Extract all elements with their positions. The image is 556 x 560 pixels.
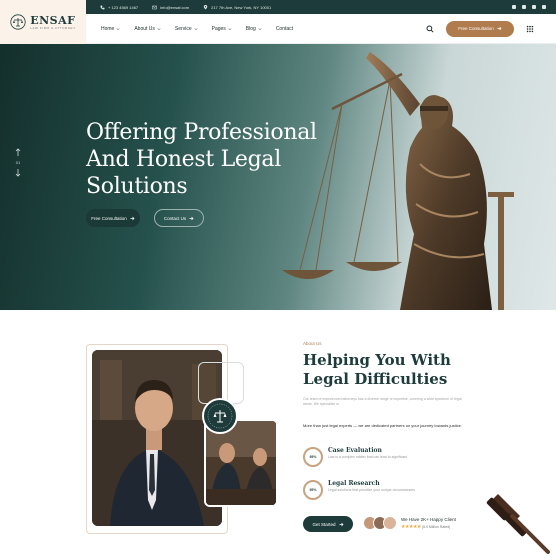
search-icon[interactable] bbox=[426, 24, 434, 33]
hero-heading-line: Solutions bbox=[86, 174, 188, 199]
arrow-right-icon bbox=[497, 26, 502, 31]
nav-item-home[interactable]: Home bbox=[101, 26, 120, 32]
feature-title: Case Evaluation bbox=[328, 447, 382, 454]
about-eyebrow: About Us bbox=[303, 341, 322, 346]
mail-icon bbox=[152, 5, 157, 9]
clients-label: We Have 2K+ Happy Client bbox=[401, 517, 456, 522]
nav-label-home: Home bbox=[101, 25, 115, 32]
chevron-down-icon bbox=[258, 27, 262, 30]
scales-badge-icon bbox=[207, 403, 233, 429]
feature-percent-ring: 95% bbox=[303, 447, 323, 467]
grid-menu-icon[interactable] bbox=[526, 25, 534, 33]
nav-item-pages[interactable]: Pages bbox=[212, 26, 232, 32]
hero-contact-us-button[interactable]: Contact Us bbox=[154, 209, 204, 227]
logo[interactable]: ENSAF LAW FIRM & ATTORNEY bbox=[0, 0, 86, 44]
chevron-down-icon bbox=[157, 27, 161, 30]
about-lead-text: More than just legal experts — we are de… bbox=[303, 423, 462, 428]
feature-percent-ring: 95% bbox=[303, 480, 323, 500]
arrow-up-icon[interactable] bbox=[15, 148, 21, 156]
nav-item-about[interactable]: About Us bbox=[134, 26, 161, 32]
nav-actions: Free Consultation bbox=[426, 20, 534, 37]
cta-label: Free Consultation bbox=[458, 26, 494, 31]
chevron-down-icon bbox=[194, 27, 198, 30]
phone-icon bbox=[100, 5, 105, 9]
nav-item-service[interactable]: Service bbox=[175, 26, 198, 32]
slide-counter: 01 bbox=[15, 160, 21, 165]
arrow-right-icon bbox=[130, 216, 135, 220]
brand-name: ENSAF bbox=[30, 13, 76, 27]
nav-label-service: Service bbox=[174, 25, 192, 32]
about-description: Our team of experienced attorneys has a … bbox=[303, 397, 462, 406]
arrow-right-icon bbox=[339, 522, 343, 526]
feature-title: Legal Research bbox=[328, 480, 380, 487]
facebook-icon[interactable] bbox=[512, 5, 516, 9]
main-navigation: Home About Us Service Pages Blog Contact… bbox=[86, 14, 556, 44]
get-started-button[interactable]: Get Started bbox=[303, 516, 353, 532]
topbar-address-text: 217 7th Ave, New York, NY 10001 bbox=[211, 4, 272, 10]
avatar bbox=[383, 516, 397, 530]
topbar-email-text: info@ensaf.com bbox=[160, 4, 190, 10]
social-links bbox=[512, 5, 546, 9]
get-started-label: Get Started bbox=[312, 521, 336, 527]
hero-heading: Offering Professional And Honest Legal S… bbox=[86, 119, 336, 200]
nav-label-blog: Blog bbox=[245, 25, 256, 32]
chevron-down-icon bbox=[228, 27, 232, 30]
arrow-down-icon[interactable] bbox=[15, 169, 21, 177]
feature-text: Legal solutions that prioritize your uni… bbox=[328, 488, 415, 492]
about-heading-line: Legal Difficulties bbox=[303, 370, 448, 388]
nav-label-pages: Pages bbox=[211, 25, 226, 32]
hero-heading-line: And Honest Legal bbox=[86, 147, 281, 172]
topbar-email[interactable]: info@ensaf.com bbox=[152, 5, 189, 10]
arrow-right-icon bbox=[189, 216, 194, 220]
about-heading-line: Helping You With bbox=[303, 351, 451, 369]
hero-secondary-label: Contact Us bbox=[163, 215, 187, 221]
twitter-icon[interactable] bbox=[522, 5, 526, 9]
client-avatars bbox=[363, 516, 397, 530]
nav-label-about: About Us bbox=[134, 25, 155, 32]
hero-section: 01 Offering Professional And Honest Lega… bbox=[0, 44, 556, 310]
clients-rating: ★★★★★ (5.0 Million Rated) bbox=[401, 524, 456, 530]
top-contact-bar: + 123 4569 1467 info@ensaf.com 217 7th A… bbox=[86, 0, 556, 14]
nav-item-blog[interactable]: Blog bbox=[246, 26, 262, 32]
instagram-icon[interactable] bbox=[542, 5, 546, 9]
scales-logo-icon bbox=[10, 14, 26, 30]
gavel-image bbox=[486, 494, 550, 554]
feature-text: Law is a complex matter that can lead to… bbox=[328, 455, 408, 459]
star-rating-icon: ★★★★★ bbox=[401, 524, 421, 530]
hero-actions: Free Consultation Contact Us bbox=[86, 209, 204, 227]
about-heading: Helping You With Legal Difficulties bbox=[303, 351, 483, 389]
location-pin-icon bbox=[203, 4, 208, 9]
nav-item-contact[interactable]: Contact bbox=[276, 26, 293, 32]
topbar-phone[interactable]: + 123 4569 1467 bbox=[100, 5, 138, 10]
feature-case-evaluation: 95% Case Evaluation Law is a complex mat… bbox=[303, 447, 418, 467]
chevron-down-icon bbox=[116, 27, 120, 30]
hero-primary-label: Free Consultation bbox=[91, 215, 127, 221]
youtube-icon[interactable] bbox=[532, 5, 536, 9]
hero-free-consultation-button[interactable]: Free Consultation bbox=[86, 209, 140, 227]
hero-heading-line: Offering Professional bbox=[86, 120, 317, 145]
rating-text: (5.0 Million Rated) bbox=[421, 525, 451, 529]
experience-badge bbox=[202, 398, 238, 434]
nav-label-contact: Contact bbox=[275, 25, 294, 32]
free-consultation-button[interactable]: Free Consultation bbox=[446, 20, 514, 37]
slider-pagination: 01 bbox=[14, 148, 22, 177]
brand-tagline: LAW FIRM & ATTORNEY bbox=[30, 25, 76, 30]
topbar-phone-text: + 123 4569 1467 bbox=[108, 4, 139, 10]
feature-legal-research: 95% Legal Research Legal solutions that … bbox=[303, 480, 418, 500]
happy-clients: We Have 2K+ Happy Client ★★★★★ (5.0 Mill… bbox=[401, 517, 456, 530]
topbar-address: 217 7th Ave, New York, NY 10001 bbox=[203, 4, 272, 10]
